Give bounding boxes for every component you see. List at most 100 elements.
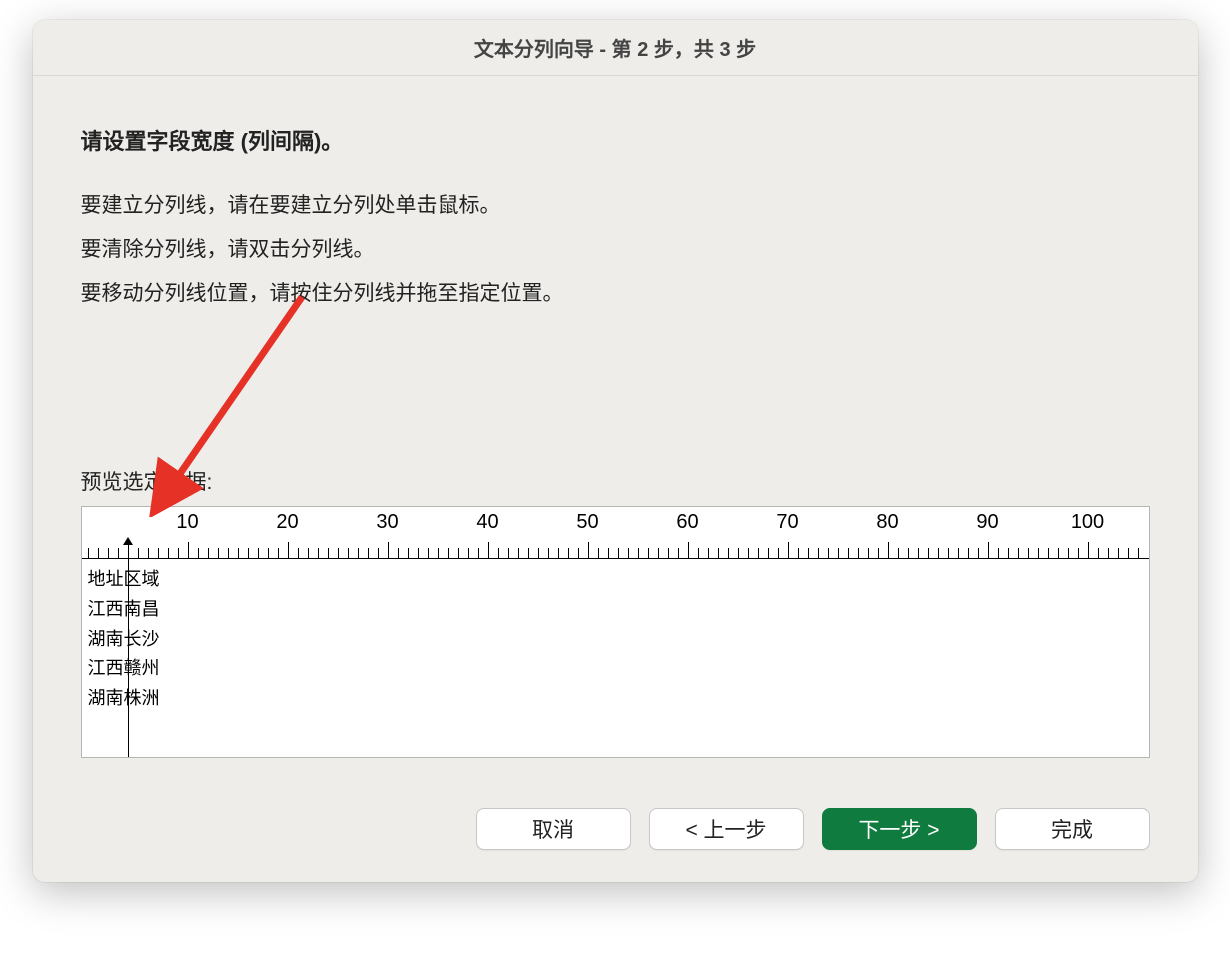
ruler-tick-minor bbox=[858, 548, 859, 558]
ruler-tick-minor bbox=[608, 548, 609, 558]
preview-label: 预览选定数据: bbox=[81, 466, 1150, 496]
ruler-tick-minor bbox=[368, 548, 369, 558]
ruler-tick-minor bbox=[578, 548, 579, 558]
ruler-tick-minor bbox=[1028, 548, 1029, 558]
cancel-button[interactable]: 取消 bbox=[476, 808, 631, 850]
preview-row: 湖南长沙 bbox=[88, 625, 1149, 655]
field-width-heading: 请设置字段宽度 (列间隔)。 bbox=[81, 124, 1150, 156]
ruler-tick-minor bbox=[248, 548, 249, 558]
ruler-tick-minor bbox=[428, 548, 429, 558]
ruler-tick-minor bbox=[268, 548, 269, 558]
ruler-tick-minor bbox=[338, 548, 339, 558]
ruler-tick-minor bbox=[898, 548, 899, 558]
ruler-tick-minor bbox=[378, 548, 379, 558]
ruler-tick-minor bbox=[498, 548, 499, 558]
ruler-tick-minor bbox=[838, 548, 839, 558]
dialog-title: 文本分列向导 - 第 2 步，共 3 步 bbox=[474, 33, 756, 62]
instruction-clear: 要清除分列线，请双击分列线。 bbox=[81, 228, 1150, 272]
ruler-tick-major bbox=[188, 542, 189, 558]
ruler-tick-minor bbox=[168, 548, 169, 558]
ruler-tick-minor bbox=[118, 548, 119, 558]
ruler-tick-minor bbox=[698, 548, 699, 558]
ruler-tick-minor bbox=[208, 548, 209, 558]
ruler-tick-minor bbox=[228, 548, 229, 558]
ruler-tick-minor bbox=[628, 548, 629, 558]
data-preview-panel[interactable]: 102030405060708090100 地址区域江西南昌湖南长沙江西赣州湖南… bbox=[81, 506, 1150, 758]
dialog-titlebar: 文本分列向导 - 第 2 步，共 3 步 bbox=[33, 20, 1198, 76]
ruler-tick-minor bbox=[1098, 548, 1099, 558]
ruler-tick-minor bbox=[1078, 548, 1079, 558]
ruler-tick-minor bbox=[158, 548, 159, 558]
preview-data-rows: 地址区域江西南昌湖南长沙江西赣州湖南株洲 bbox=[82, 559, 1149, 713]
ruler-tick-minor bbox=[1008, 548, 1009, 558]
dialog-button-row: 取消 < 上一步 下一步 > 完成 bbox=[33, 782, 1198, 882]
ruler-tick-minor bbox=[448, 548, 449, 558]
preview-row: 湖南株洲 bbox=[88, 684, 1149, 714]
ruler-tick-minor bbox=[468, 548, 469, 558]
ruler-tick-minor bbox=[848, 548, 849, 558]
ruler-tick-minor bbox=[958, 548, 959, 558]
ruler-tick-minor bbox=[658, 548, 659, 558]
ruler-tick-minor bbox=[108, 548, 109, 558]
ruler-tick-major bbox=[988, 542, 989, 558]
ruler-tick-major bbox=[788, 542, 789, 558]
ruler-tick-minor bbox=[348, 548, 349, 558]
ruler-tick-minor bbox=[808, 548, 809, 558]
ruler-tick-minor bbox=[1038, 548, 1039, 558]
column-ruler[interactable]: 102030405060708090100 bbox=[82, 507, 1149, 559]
ruler-tick-minor bbox=[458, 548, 459, 558]
ruler-tick-minor bbox=[768, 548, 769, 558]
ruler-tick-minor bbox=[878, 548, 879, 558]
ruler-tick-minor bbox=[918, 548, 919, 558]
ruler-tick-minor bbox=[278, 548, 279, 558]
preview-row: 江西赣州 bbox=[88, 654, 1149, 684]
ruler-tick-label: 20 bbox=[276, 511, 298, 534]
ruler-tick-minor bbox=[828, 548, 829, 558]
ruler-tick-minor bbox=[138, 548, 139, 558]
ruler-tick-minor bbox=[758, 548, 759, 558]
column-break-line[interactable] bbox=[128, 543, 129, 757]
ruler-tick-minor bbox=[328, 548, 329, 558]
ruler-tick-minor bbox=[418, 548, 419, 558]
ruler-tick-minor bbox=[708, 548, 709, 558]
ruler-tick-minor bbox=[148, 548, 149, 558]
instructions-block: 要建立分列线，请在要建立分列处单击鼠标。 要清除分列线，请双击分列线。 要移动分… bbox=[81, 184, 1150, 316]
ruler-tick-label: 70 bbox=[776, 511, 798, 534]
back-button[interactable]: < 上一步 bbox=[649, 808, 804, 850]
ruler-tick-minor bbox=[1068, 548, 1069, 558]
ruler-tick-minor bbox=[98, 548, 99, 558]
ruler-tick-minor bbox=[1128, 548, 1129, 558]
ruler-tick-minor bbox=[718, 548, 719, 558]
ruler-tick-minor bbox=[778, 548, 779, 558]
ruler-tick-minor bbox=[1058, 548, 1059, 558]
ruler-tick-minor bbox=[88, 548, 89, 558]
ruler-tick-minor bbox=[1118, 548, 1119, 558]
ruler-tick-minor bbox=[998, 548, 999, 558]
ruler-tick-minor bbox=[798, 548, 799, 558]
ruler-tick-minor bbox=[218, 548, 219, 558]
ruler-tick-label: 100 bbox=[1071, 511, 1104, 534]
ruler-tick-minor bbox=[198, 548, 199, 558]
ruler-tick-minor bbox=[318, 548, 319, 558]
ruler-tick-minor bbox=[1018, 548, 1019, 558]
ruler-tick-minor bbox=[738, 548, 739, 558]
preview-row: 江西南昌 bbox=[88, 595, 1149, 625]
ruler-tick-minor bbox=[668, 548, 669, 558]
ruler-tick-minor bbox=[518, 548, 519, 558]
ruler-tick-label: 10 bbox=[176, 511, 198, 534]
ruler-tick-minor bbox=[908, 548, 909, 558]
ruler-tick-minor bbox=[818, 548, 819, 558]
next-button[interactable]: 下一步 > bbox=[822, 808, 977, 850]
ruler-tick-major bbox=[388, 542, 389, 558]
ruler-tick-minor bbox=[728, 548, 729, 558]
ruler-tick-minor bbox=[978, 548, 979, 558]
ruler-tick-minor bbox=[928, 548, 929, 558]
finish-button[interactable]: 完成 bbox=[995, 808, 1150, 850]
ruler-tick-minor bbox=[558, 548, 559, 558]
ruler-tick-minor bbox=[968, 548, 969, 558]
ruler-tick-minor bbox=[1048, 548, 1049, 558]
ruler-tick-label: 60 bbox=[676, 511, 698, 534]
instruction-move: 要移动分列线位置，请按住分列线并拖至指定位置。 bbox=[81, 272, 1150, 316]
ruler-tick-major bbox=[588, 542, 589, 558]
ruler-tick-minor bbox=[258, 548, 259, 558]
